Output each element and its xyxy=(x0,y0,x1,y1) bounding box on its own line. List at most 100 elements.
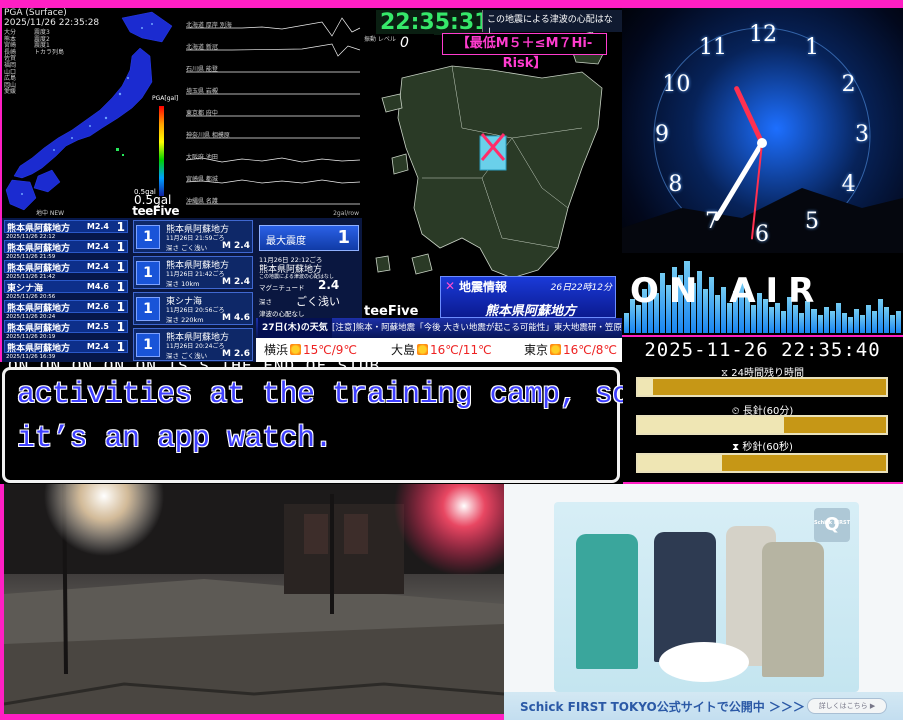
eq-bar xyxy=(835,303,841,333)
list-item[interactable]: 熊本県阿蘇地方 M2.4 1 xyxy=(4,220,128,234)
quake-intensity: 1 xyxy=(116,320,125,334)
progress-fill xyxy=(638,417,785,433)
detail-depth: 深さ ごく浅い xyxy=(166,352,208,360)
station-name: 愛媛 xyxy=(4,88,17,96)
weather-temps: 16℃/8℃ xyxy=(563,343,617,357)
detail-depth: 深さ 220km xyxy=(166,316,204,324)
quake-mag: M4.6 xyxy=(86,282,109,291)
wave-station-label: 東京都 府中 xyxy=(186,110,218,117)
kyushu-map-panel: 22:35:31 この地震による津波の心配はなし 振動 レベル 0 【最低M５＋… xyxy=(362,8,622,318)
pga-unit-label: PGA[gal] xyxy=(152,95,179,102)
day-progress-bar xyxy=(636,377,888,397)
teefive-logo: teeFive xyxy=(364,304,419,318)
detail-time: 11月26日 20:24ごろ xyxy=(166,343,225,350)
list-item[interactable]: 熊本県阿蘇地方 M2.4 1 xyxy=(4,340,128,354)
quake-region: 熊本県阿蘇地方 xyxy=(7,224,71,234)
ad-more-button[interactable]: 詳しくはこちら ▶ xyxy=(807,698,887,714)
eq-bar xyxy=(890,315,896,333)
intensity-badge: 1 xyxy=(136,261,160,285)
quake-region: 熊本県阿蘇地方 xyxy=(7,244,71,254)
list-item[interactable]: 熊本県阿蘇地方 M2.6 1 xyxy=(4,300,128,314)
detail-depth: 深さ ごく浅い xyxy=(166,244,208,252)
list-item[interactable]: 熊本県阿蘇地方 M2.5 1 xyxy=(4,320,128,334)
quake-info-region: 熊本県阿蘇地方 xyxy=(485,304,577,318)
latest-mag-label: マグニチュード xyxy=(259,284,305,292)
latest-depth-value: ごく浅い xyxy=(296,295,340,308)
weather-temps: 16℃/11℃ xyxy=(430,343,492,357)
risk-banner: 【最低M５＋≤M７Hi-Risk】 xyxy=(442,33,607,71)
ad-footer-text: Schick FIRST TOKYO公式サイトで公開中 ＞＞＞ xyxy=(520,700,805,714)
eq-bar xyxy=(817,315,823,333)
eq-bar xyxy=(859,315,865,333)
weather-temps: 15℃/9℃ xyxy=(303,343,357,357)
clock-hands xyxy=(714,86,767,240)
ad-person xyxy=(576,534,638,669)
weather-city: 横浜 xyxy=(264,343,289,357)
eq-bar xyxy=(865,305,871,333)
detail-time: 11月26日 20:56ごろ xyxy=(166,307,225,314)
detail-mag: M 4.6 xyxy=(221,313,250,323)
weather-item: 東京 16℃/8℃ xyxy=(524,341,617,358)
digital-clock: 22:35:31 xyxy=(376,10,494,35)
subtitle-line-2: it’s an app watch. xyxy=(17,422,333,456)
station-name: トカラ列島 xyxy=(34,48,65,56)
quake-info-title: 地震情報 xyxy=(459,280,508,294)
quake-mag: M2.5 xyxy=(86,322,109,331)
wave-station-label: 神奈川県 相模原 xyxy=(186,132,230,139)
wave-station-label: 北海道 新冠 xyxy=(186,44,218,51)
list-item[interactable]: 東シナ海 M4.6 1 xyxy=(4,280,128,294)
detail-depth: 深さ 10km xyxy=(166,280,200,288)
quake-mag: M2.4 xyxy=(86,222,109,231)
detail-time: 11月26日 21:59ごろ xyxy=(166,235,225,242)
station-list: 大分 熊本 宮崎 長崎 佐賀 福岡 山口 広島 岡山 愛媛 xyxy=(4,29,17,96)
ad-person xyxy=(762,542,824,677)
eq-bar xyxy=(877,299,884,333)
wave-station-label: 宮崎県 都城 xyxy=(186,176,218,183)
new-label: 地中 NEW xyxy=(36,210,65,217)
subtitle-line-1: activities at the training camp, so xyxy=(17,378,623,412)
hour-hand xyxy=(734,86,765,146)
weather-city: 東京 xyxy=(524,343,549,357)
quake-mag: M2.4 xyxy=(86,242,109,251)
sun-cloud-icon xyxy=(417,344,429,355)
latest-note: 津波の心配なし xyxy=(259,310,305,318)
eq-bar xyxy=(871,311,877,333)
eq-bar xyxy=(841,313,847,333)
weather-city: 大島 xyxy=(391,343,416,357)
list-item[interactable]: 熊本県阿蘇地方 M2.4 1 xyxy=(4,240,128,254)
progress-label-text: 秒針(60秒) xyxy=(742,442,793,453)
subtitle-panel: ON ON ON ON ON IS S THE END OF STUB acti… xyxy=(0,362,623,484)
max-intensity-value: 1 xyxy=(337,227,350,248)
wave-station-label: 北海道 厚岸 別海 xyxy=(186,22,232,29)
list-item[interactable]: 熊本県阿蘇地方 M2.4 1 xyxy=(4,260,128,274)
wave-station-label: 埼玉県 岩槻 xyxy=(186,88,218,95)
quake-region: 熊本県阿蘇地方 xyxy=(7,324,71,334)
quake-history-list: 熊本県阿蘇地方 M2.4 1 2025/11/26 22:12 熊本県阿蘇地方 M2.… xyxy=(2,218,130,363)
ad-logo-top: Schick FIRST xyxy=(814,520,851,526)
sun-cloud-icon xyxy=(290,344,302,355)
eq-bar xyxy=(847,317,853,333)
minute-progress-bar xyxy=(636,415,888,435)
pga-color-legend xyxy=(159,106,164,196)
quake-intensity: 1 xyxy=(116,280,125,294)
latest-depth-label: 深さ xyxy=(259,298,272,306)
tsunami-note: この地震による津波の心配はなし xyxy=(482,10,622,38)
x-mark-icon: ✕ xyxy=(445,279,456,293)
detail-row[interactable]: 1 東シナ海 11月26日 20:56ごろ 深さ 220km M 4.6 xyxy=(133,292,253,325)
quake-intensity: 1 xyxy=(116,240,125,254)
detail-row[interactable]: 1 熊本県阿蘇地方 11月26日 21:59ごろ 深さ ごく浅い M 2.4 xyxy=(133,220,253,253)
detail-row[interactable]: 1 熊本県阿蘇地方 11月26日 21:42ごろ 深さ 10km M 2.4 xyxy=(133,256,253,289)
wave-station-label: 石川県 能登 xyxy=(186,66,218,73)
max-intensity-label: 最大震度 xyxy=(266,236,306,247)
wave-scale-label: 2gal/row xyxy=(333,210,359,217)
quake-mag: M2.4 xyxy=(86,262,109,271)
detail-row[interactable]: 1 熊本県阿蘇地方 11月26日 20:24ごろ 深さ ごく浅い M 2.6 xyxy=(133,328,253,361)
wave-station-label: 沖縄県 名護 xyxy=(186,198,218,205)
max-intensity-box: 最大震度 1 xyxy=(259,225,359,251)
quake-intensity: 1 xyxy=(116,300,125,314)
quake-region: 熊本県阿蘇地方 xyxy=(7,264,71,274)
quake-info-box: ✕ 地震情報 26日22時12分 熊本県阿蘇地方 xyxy=(440,276,616,318)
quake-mag: M2.6 xyxy=(86,302,109,311)
sun-cloud-icon xyxy=(550,344,562,355)
quake-intensity: 1 xyxy=(116,220,125,234)
